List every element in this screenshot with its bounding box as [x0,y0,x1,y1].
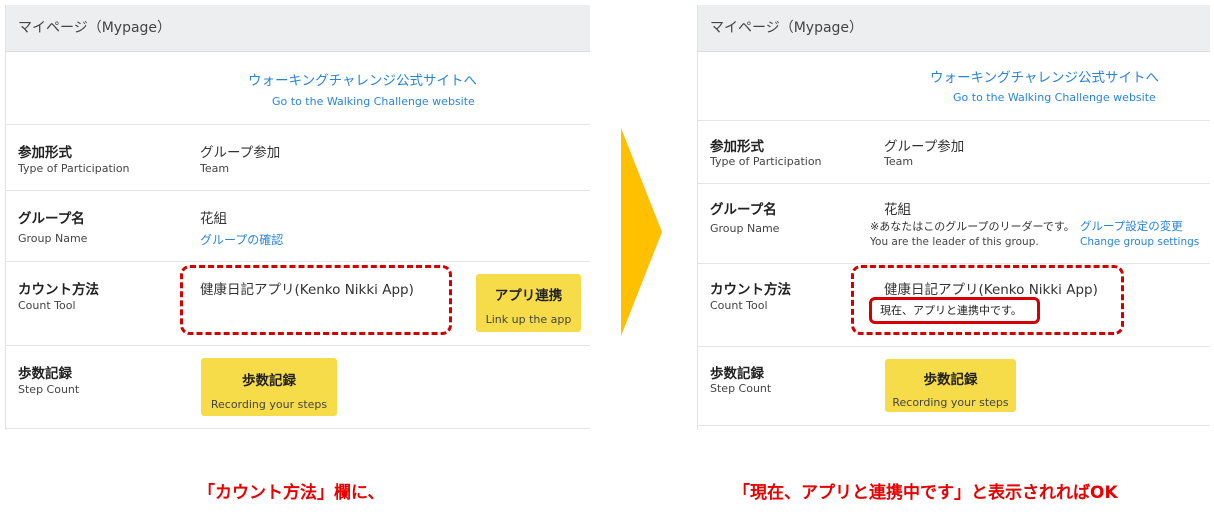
site-link-ja[interactable]: ウォーキングチャレンジ公式サイトへ [930,66,1159,86]
divider [698,263,1210,264]
record-steps-button-label-ja: 歩数記録 [923,372,978,388]
page-header: マイページ（Mypage） [6,5,590,52]
caption-right: 「現在、アプリと連携中です」と表示されればOK [733,483,1118,503]
steps-label-en: Step Count [710,382,772,395]
participation-value-ja: グループ参加 [884,139,965,155]
record-steps-button-label-en: Recording your steps [210,398,328,411]
participation-label-ja: 参加形式 [18,145,72,161]
steps-label-ja: 歩数記録 [710,366,764,382]
mypage-panel-before: マイページ（Mypage） ウォーキングチャレンジ公式サイトへ Go to th… [5,5,590,430]
page-header: マイページ（Mypage） [698,5,1210,52]
group-name-value: 花組 [200,211,227,227]
divider [6,124,590,125]
divider [6,190,590,191]
participation-value-ja: グループ参加 [200,145,281,161]
link-app-button-label-ja: アプリ連携 [494,288,563,304]
count-label-ja: カウント方法 [710,282,791,298]
leader-note-ja: ※あなたはこのグループのリーダーです。 [870,220,1075,233]
divider [698,120,1210,121]
record-steps-button[interactable]: 歩数記録 Recording your steps [885,359,1016,412]
caption-left: 「カウント方法」欄に、 [198,483,385,503]
arrow-right-icon [621,128,662,336]
divider [698,183,1210,184]
group-confirm-link[interactable]: グループの確認 [200,231,283,248]
count-label-en: Count Tool [18,299,76,312]
link-app-button[interactable]: アプリ連携 Link up the app [476,274,581,332]
participation-value-en: Team [200,162,230,175]
count-label-ja: カウント方法 [18,282,99,298]
group-label-ja: グループ名 [710,202,777,218]
record-steps-button-label-ja: 歩数記録 [242,373,296,389]
linked-status-text: 現在、アプリと連携中です。 [869,297,1040,324]
participation-label-en: Type of Participation [18,162,130,175]
group-label-en: Group Name [18,232,88,245]
steps-label-ja: 歩数記録 [18,366,72,382]
site-link-en[interactable]: Go to the Walking Challenge website [953,91,1156,104]
count-label-en: Count Tool [710,299,768,312]
divider [6,428,590,429]
site-link-en[interactable]: Go to the Walking Challenge website [272,95,475,108]
count-highlight-before [180,265,452,335]
group-settings-link-en[interactable]: Change group settings [1080,236,1199,248]
participation-label-ja: 参加形式 [710,139,764,155]
group-label-en: Group Name [710,222,780,235]
link-app-button-label-en: Link up the app [485,313,572,326]
divider [6,345,590,346]
mypage-panel-after: マイページ（Mypage） ウォーキングチャレンジ公式サイトへ Go to th… [697,5,1210,430]
participation-value-en: Team [884,155,914,168]
record-steps-button[interactable]: 歩数記録 Recording your steps [201,358,337,416]
group-label-ja: グループ名 [18,211,85,227]
site-link-ja[interactable]: ウォーキングチャレンジ公式サイトへ [248,69,477,89]
record-steps-button-label-en: Recording your steps [892,396,1009,409]
group-settings-link-ja[interactable]: グループ設定の変更 [1080,218,1183,234]
group-name-value: 花組 [884,202,911,218]
divider [698,346,1210,347]
steps-label-en: Step Count [18,383,80,396]
participation-label-en: Type of Participation [710,155,822,168]
divider [6,261,590,262]
leader-note-en: You are the leader of this group. [870,236,1039,248]
divider [698,425,1210,426]
